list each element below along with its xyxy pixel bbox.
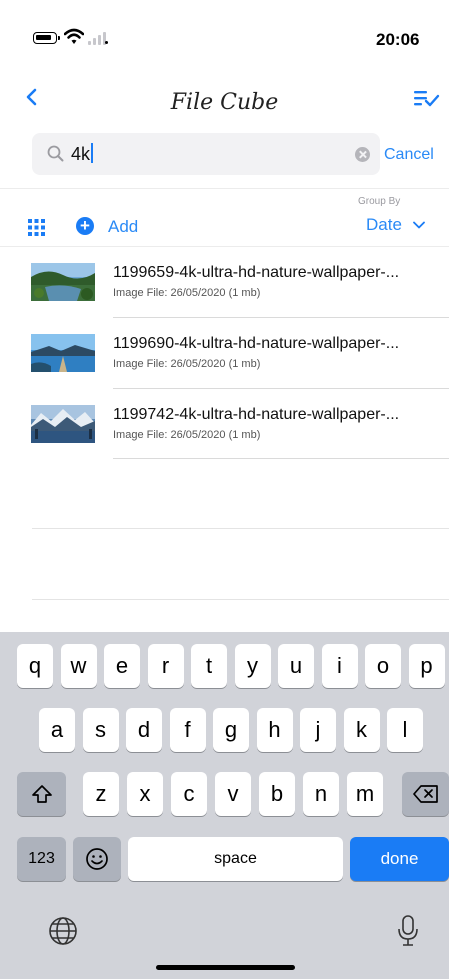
key-k[interactable]: k — [343, 708, 380, 752]
file-thumbnail — [31, 334, 95, 372]
key-y[interactable]: y — [234, 644, 271, 688]
search-value[interactable]: 4k — [71, 143, 94, 165]
key-o[interactable]: o — [365, 644, 401, 688]
key-e[interactable]: e — [104, 644, 140, 688]
signal-icon — [88, 32, 106, 45]
keyboard: qwertyuiop asdfghjkl zxcvbnm 123 space d… — [0, 632, 449, 979]
group-by-select[interactable]: Date — [366, 215, 402, 235]
add-button[interactable]: Add — [108, 217, 138, 237]
file-meta: Image File: 26/05/2020 (1 mb) — [113, 358, 261, 370]
row-separator — [113, 458, 449, 459]
space-key[interactable]: space — [128, 837, 343, 881]
group-by-caption: Group By — [358, 196, 401, 207]
grid-icon[interactable] — [28, 219, 45, 236]
key-m[interactable]: m — [347, 772, 383, 816]
key-j[interactable]: j — [300, 708, 336, 752]
shift-icon — [31, 785, 52, 803]
cancel-button[interactable]: Cancel — [384, 146, 434, 164]
key-i[interactable]: i — [321, 644, 358, 688]
chevron-down-icon[interactable] — [413, 221, 425, 229]
row-separator — [113, 388, 449, 389]
add-icon[interactable]: + — [76, 217, 94, 235]
file-meta: Image File: 26/05/2020 (1 mb) — [113, 429, 261, 441]
key-n[interactable]: n — [303, 772, 339, 816]
file-thumbnail — [31, 263, 95, 301]
done-key[interactable]: done — [350, 837, 449, 881]
empty-row-separator — [32, 528, 449, 529]
delete-key[interactable] — [402, 772, 449, 816]
row-separator — [113, 317, 449, 318]
key-l[interactable]: l — [387, 708, 423, 752]
file-meta: Image File: 26/05/2020 (1 mb) — [113, 287, 261, 299]
key-w[interactable]: w — [60, 644, 97, 688]
empty-row-separator — [32, 599, 449, 600]
file-thumbnail — [31, 405, 95, 443]
key-s[interactable]: s — [82, 708, 119, 752]
key-b[interactable]: b — [259, 772, 295, 816]
globe-icon[interactable] — [47, 915, 79, 947]
divider — [0, 188, 449, 189]
file-name[interactable]: 1199690-4k-ultra-hd-nature-wallpaper-... — [113, 335, 438, 353]
key-f[interactable]: f — [169, 708, 206, 752]
key-x[interactable]: x — [127, 772, 163, 816]
key-d[interactable]: d — [126, 708, 162, 752]
select-list-icon[interactable] — [414, 90, 440, 108]
status-time: 20:06 — [376, 30, 420, 49]
key-h[interactable]: h — [256, 708, 293, 752]
key-p[interactable]: p — [408, 644, 445, 688]
key-z[interactable]: z — [83, 772, 119, 816]
key-v[interactable]: v — [215, 772, 251, 816]
wifi-icon — [64, 28, 84, 44]
key-a[interactable]: a — [39, 708, 75, 752]
key-t[interactable]: t — [191, 644, 227, 688]
search-icon — [47, 145, 64, 162]
key-q[interactable]: q — [17, 644, 53, 688]
shift-key[interactable] — [17, 772, 66, 816]
delete-icon — [412, 785, 438, 803]
key-g[interactable]: g — [213, 708, 249, 752]
emoji-key[interactable] — [73, 837, 121, 881]
battery-icon — [33, 32, 60, 44]
key-r[interactable]: r — [147, 644, 184, 688]
file-name[interactable]: 1199742-4k-ultra-hd-nature-wallpaper-... — [113, 406, 438, 424]
numbers-key[interactable]: 123 — [17, 837, 66, 881]
home-indicator — [156, 965, 295, 970]
file-name[interactable]: 1199659-4k-ultra-hd-nature-wallpaper-... — [113, 264, 438, 282]
signal-dot — [105, 41, 108, 44]
emoji-icon — [86, 848, 108, 870]
key-c[interactable]: c — [171, 772, 207, 816]
key-u[interactable]: u — [278, 644, 314, 688]
microphone-icon[interactable] — [397, 914, 419, 948]
clear-icon[interactable] — [355, 147, 370, 162]
divider — [0, 246, 449, 247]
page-title: File Cube — [170, 90, 279, 115]
